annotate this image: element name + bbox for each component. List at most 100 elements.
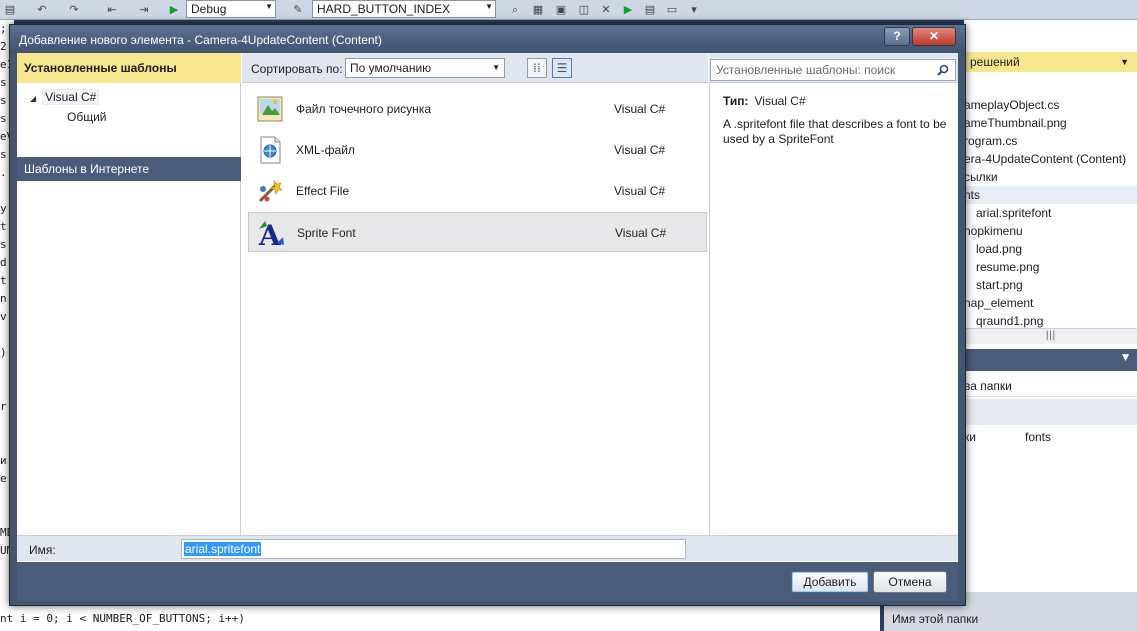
tree-item[interactable]: ameplayObject.cs <box>964 96 1137 114</box>
properties-header[interactable]: ▼ <box>964 349 1137 371</box>
sort-select[interactable]: По умолчанию ▼ <box>345 58 505 78</box>
property-value[interactable]: fonts <box>1025 427 1051 447</box>
solution-explorer-icon[interactable]: ▦ <box>530 2 546 17</box>
template-description: A .spritefont file that describes a font… <box>723 117 947 146</box>
template-language: Visual C# <box>614 102 666 116</box>
small-icons-view-button[interactable]: ⁞⁞ <box>527 58 547 78</box>
class-view-icon[interactable]: ◫ <box>576 2 592 17</box>
template-name: Файл точечного рисунка <box>296 102 431 116</box>
type-label: Тип: <box>723 94 749 108</box>
config-combo[interactable]: Debug ▼ <box>186 0 276 18</box>
name-input[interactable]: arial.spritefont <box>181 539 686 559</box>
tree-item[interactable]: сылки <box>964 168 1137 186</box>
list-view-button[interactable]: ☰ <box>552 58 572 78</box>
tree-item-general[interactable]: Общий <box>67 109 107 125</box>
properties-object[interactable]: ва папки <box>964 375 1137 397</box>
expand-triangle-icon[interactable]: ◢ <box>30 94 36 103</box>
search-icon[interactable] <box>937 64 949 76</box>
template-item-xml[interactable]: XML-файл Visual C# <box>248 130 707 170</box>
property-description-title: Имя этой папки <box>892 612 979 626</box>
tree-item[interactable]: arial.spritefont <box>964 204 1137 222</box>
template-name: Effect File <box>296 184 350 198</box>
find-combo-value: HARD_BUTTON_INDEX <box>317 2 451 16</box>
navigate-back-icon[interactable]: ⇤ <box>104 2 120 17</box>
template-item-bitmap[interactable]: Файл точечного рисунка Visual C# <box>248 89 707 129</box>
properties-toolbar <box>964 399 1137 425</box>
chevron-down-icon[interactable]: ▼ <box>1122 353 1129 363</box>
config-combo-value: Debug <box>191 2 227 16</box>
online-templates-header[interactable]: Шаблоны в Интернете <box>17 157 241 181</box>
template-details: Тип: Visual C# A .spritefont file that de… <box>709 84 958 561</box>
tree-item[interactable]: start.png <box>964 276 1137 294</box>
code-line-bottom[interactable]: nt i = 0; i < NUMBER_OF_BUTTONS; i++) <box>0 606 880 631</box>
solution-tree: ameplayObject.cs ameThumbnail.png rogram… <box>964 96 1137 330</box>
tree-item[interactable]: nap_element <box>964 294 1137 312</box>
name-label: Имя: <box>29 543 56 557</box>
tree-item[interactable]: rogram.cs <box>964 132 1137 150</box>
template-type: Тип: Visual C# <box>723 94 806 108</box>
add-button[interactable]: Добавить <box>791 571 869 593</box>
dialog-footer: Добавить Отмена <box>17 562 958 601</box>
type-value: Visual C# <box>754 94 806 108</box>
template-name: Sprite Font <box>297 226 356 240</box>
cancel-button[interactable]: Отмена <box>873 571 947 593</box>
close-button[interactable]: ✕ <box>912 27 956 46</box>
add-new-item-dialog: Добавление нового элемента - Camera-4Upd… <box>9 24 966 606</box>
start-debug-icon[interactable]: ▶ <box>166 2 182 17</box>
undo-icon[interactable]: ↶ <box>34 2 50 17</box>
tree-item[interactable]: era-4UpdateContent (Content) <box>964 150 1137 168</box>
help-button[interactable]: ? <box>884 27 910 46</box>
chevron-down-icon: ▼ <box>265 2 273 11</box>
chevron-down-icon: ▼ <box>492 63 500 72</box>
ide-toolbar: ▤ ↶ ↷ ⇤ ⇥ ▶ Debug ▼ ✎ HARD_BUTTON_INDEX … <box>0 0 1137 20</box>
tree-item[interactable]: nopkimenu <box>964 222 1137 240</box>
solution-explorer-title: решений <box>970 55 1020 69</box>
installed-templates-header[interactable]: Установленные шаблоны <box>17 53 241 83</box>
sort-toolbar: Сортировать по: По умолчанию ▼ ⁞⁞ ☰ <box>242 53 708 83</box>
tree-item[interactable]: load.png <box>964 240 1137 258</box>
svg-text:A: A <box>258 219 282 249</box>
chevron-down-icon[interactable]: ▼ <box>1120 52 1129 72</box>
start-page-icon[interactable]: ▶ <box>620 2 636 17</box>
properties-icon[interactable]: ▣ <box>553 2 569 17</box>
template-item-effect[interactable]: Effect File Visual C# <box>248 171 707 211</box>
sort-value: По умолчанию <box>350 61 432 75</box>
search-bar: Установленные шаблоны: поиск <box>709 53 958 83</box>
template-language: Visual C# <box>614 143 666 157</box>
xml-file-icon <box>260 136 281 164</box>
effect-file-icon <box>258 180 283 203</box>
find-combo[interactable]: HARD_BUTTON_INDEX ▼ <box>312 0 496 18</box>
dialog-title-bar[interactable]: Добавление нового элемента - Camera-4Upd… <box>10 25 965 53</box>
horizontal-scrollbar[interactable]: ||| <box>964 328 1137 344</box>
tree-item-label: Visual C# <box>42 89 100 105</box>
property-row[interactable]: ки fonts <box>964 427 1137 447</box>
template-language: Visual C# <box>614 184 666 198</box>
name-row: Имя: arial.spritefont <box>17 535 958 561</box>
find-in-files-icon[interactable]: ⌕ <box>507 2 523 17</box>
find-icon[interactable]: ✎ <box>290 2 306 17</box>
redo-icon[interactable]: ↷ <box>66 2 82 17</box>
template-language: Visual C# <box>615 226 667 240</box>
toolbox-icon[interactable]: ▤ <box>642 2 658 17</box>
command-window-icon[interactable]: ▭ <box>664 2 680 17</box>
bitmap-icon <box>257 96 283 122</box>
template-list: Файл точечного рисунка Visual C# XML-фай… <box>242 84 708 561</box>
solution-explorer-header[interactable]: решений ▼ <box>964 52 1137 72</box>
search-input[interactable]: Установленные шаблоны: поиск <box>710 59 956 81</box>
paste-icon[interactable]: ▤ <box>2 2 18 17</box>
dialog-title: Добавление нового элемента - Camera-4Upd… <box>19 33 382 47</box>
chevron-down-icon: ▼ <box>485 2 493 11</box>
toolbar-options-icon[interactable]: ▾ <box>686 2 702 17</box>
search-placeholder: Установленные шаблоны: поиск <box>716 63 896 77</box>
tree-item[interactable]: ameThumbnail.png <box>964 114 1137 132</box>
dialog-body: Установленные шаблоны ◢ Visual C# Общий Ш… <box>17 53 958 569</box>
navigate-forward-icon[interactable]: ⇥ <box>136 2 152 17</box>
name-input-value: arial.spritefont <box>184 542 262 556</box>
tree-item-fonts[interactable]: nts <box>964 186 1137 204</box>
tree-item[interactable]: resume.png <box>964 258 1137 276</box>
tree-item-visual-csharp[interactable]: ◢ Visual C# <box>30 89 100 107</box>
sprite-font-icon: A <box>258 219 284 249</box>
tools-icon[interactable]: ✕ <box>598 2 614 17</box>
template-item-sprite-font[interactable]: A Sprite Font Visual C# <box>248 212 707 252</box>
sort-label: Сортировать по: <box>251 62 343 76</box>
